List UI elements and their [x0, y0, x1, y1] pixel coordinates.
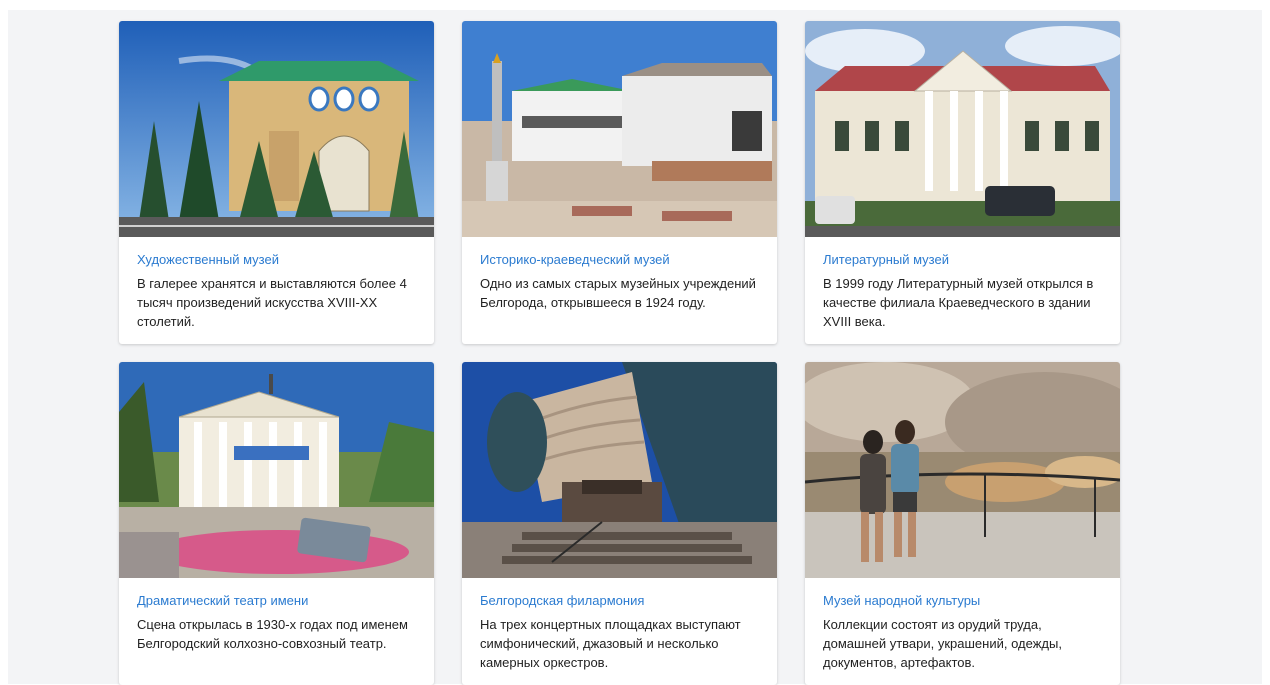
card-literary-museum[interactable]: Литературный музей В 1999 году Литератур…: [805, 21, 1120, 344]
card-title-history-museum[interactable]: Историко-краеведческий музей: [480, 252, 759, 268]
card-title-philharmonic[interactable]: Белгородская филармония: [480, 593, 759, 609]
card-title-folk-culture-museum[interactable]: Музей народной культуры: [823, 593, 1102, 609]
card-history-museum[interactable]: Историко-краеведческий музей Одно из сам…: [462, 21, 777, 344]
card-text-art-museum: В галерее хранятся и выставляются более …: [137, 276, 407, 329]
card-image-philharmonic[interactable]: [462, 362, 777, 578]
card-philharmonic[interactable]: Белгородская филармония На трех концертн…: [462, 362, 777, 685]
card-image-folk-culture-museum[interactable]: [805, 362, 1120, 578]
card-title-art-museum[interactable]: Художественный музей: [137, 252, 416, 268]
card-text-folk-culture-museum: Коллекции состоят из орудий труда, домаш…: [823, 617, 1062, 670]
page-background: Художественный музей В галерее хранятся …: [8, 10, 1262, 685]
card-text-drama-theatre: Сцена открылась в 1930-х годах под имене…: [137, 617, 408, 651]
card-image-history-museum[interactable]: [462, 21, 777, 237]
card-image-art-museum[interactable]: [119, 21, 434, 237]
card-folk-culture-museum[interactable]: Музей народной культуры Коллекции состоя…: [805, 362, 1120, 685]
card-title-drama-theatre[interactable]: Драматический театр имени: [137, 593, 416, 609]
card-image-drama-theatre[interactable]: [119, 362, 434, 578]
card-text-history-museum: Одно из самых старых музейных учреждений…: [480, 276, 756, 310]
card-image-literary-museum[interactable]: [805, 21, 1120, 237]
card-text-literary-museum: В 1999 году Литературный музей открылся …: [823, 276, 1094, 329]
card-title-literary-museum[interactable]: Литературный музей: [823, 252, 1102, 268]
attractions-grid: Художественный музей В галерее хранятся …: [119, 21, 1121, 685]
card-art-museum[interactable]: Художественный музей В галерее хранятся …: [119, 21, 434, 344]
card-text-philharmonic: На трех концертных площадках выступают с…: [480, 617, 741, 670]
card-drama-theatre[interactable]: Драматический театр имени Сцена открылас…: [119, 362, 434, 685]
